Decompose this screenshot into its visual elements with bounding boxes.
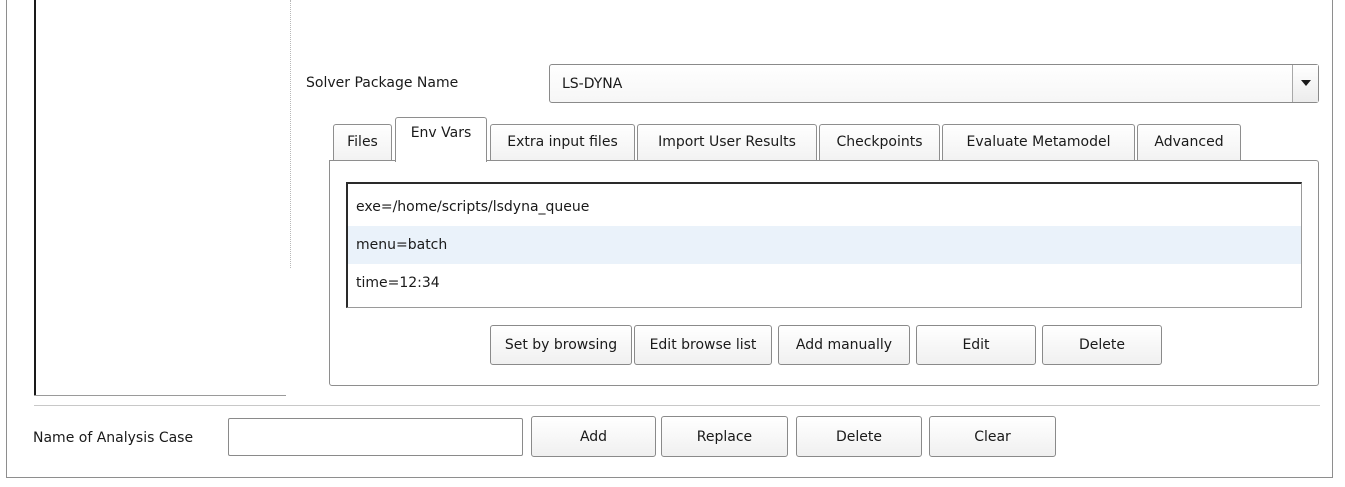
clear-button[interactable]: Clear (929, 416, 1056, 457)
left-pane-border (34, 395, 286, 396)
list-item[interactable]: time=12:34 (348, 264, 1301, 302)
add-button[interactable]: Add (531, 416, 656, 457)
tab-extra-input-files[interactable]: Extra input files (490, 124, 635, 160)
delete-button[interactable]: Delete (796, 416, 922, 457)
env-vars-panel: exe=/home/scripts/lsdyna_queue menu=batc… (329, 160, 1319, 386)
tab-files[interactable]: Files (333, 124, 392, 160)
tab-import-user-results[interactable]: Import User Results (637, 124, 817, 160)
edit-browse-list-button[interactable]: Edit browse list (634, 325, 772, 365)
tab-env-vars[interactable]: Env Vars (395, 117, 487, 162)
edit-button[interactable]: Edit (916, 325, 1036, 365)
chevron-down-icon (1301, 80, 1311, 86)
analysis-case-label: Name of Analysis Case (33, 430, 194, 446)
solver-package-label: Solver Package Name (306, 75, 459, 91)
analysis-case-input[interactable] (228, 418, 523, 456)
dropdown-button[interactable] (1292, 65, 1318, 102)
list-item[interactable]: exe=/home/scripts/lsdyna_queue (348, 188, 1301, 226)
separator (34, 405, 1320, 406)
replace-button[interactable]: Replace (661, 416, 788, 457)
tab-advanced[interactable]: Advanced (1137, 124, 1241, 160)
pane-splitter[interactable] (290, 0, 291, 268)
set-by-browsing-button[interactable]: Set by browsing (490, 325, 632, 365)
analysis-case-list[interactable] (34, 0, 284, 396)
list-item[interactable]: menu=batch (348, 226, 1301, 264)
env-vars-list[interactable]: exe=/home/scripts/lsdyna_queue menu=batc… (346, 182, 1302, 308)
delete-env-var-button[interactable]: Delete (1042, 325, 1162, 365)
tab-evaluate-metamodel[interactable]: Evaluate Metamodel (942, 124, 1135, 160)
tab-checkpoints[interactable]: Checkpoints (819, 124, 940, 160)
solver-package-dropdown[interactable]: LS-DYNA (549, 64, 1319, 103)
solver-package-value: LS-DYNA (562, 76, 623, 92)
add-manually-button[interactable]: Add manually (778, 325, 910, 365)
